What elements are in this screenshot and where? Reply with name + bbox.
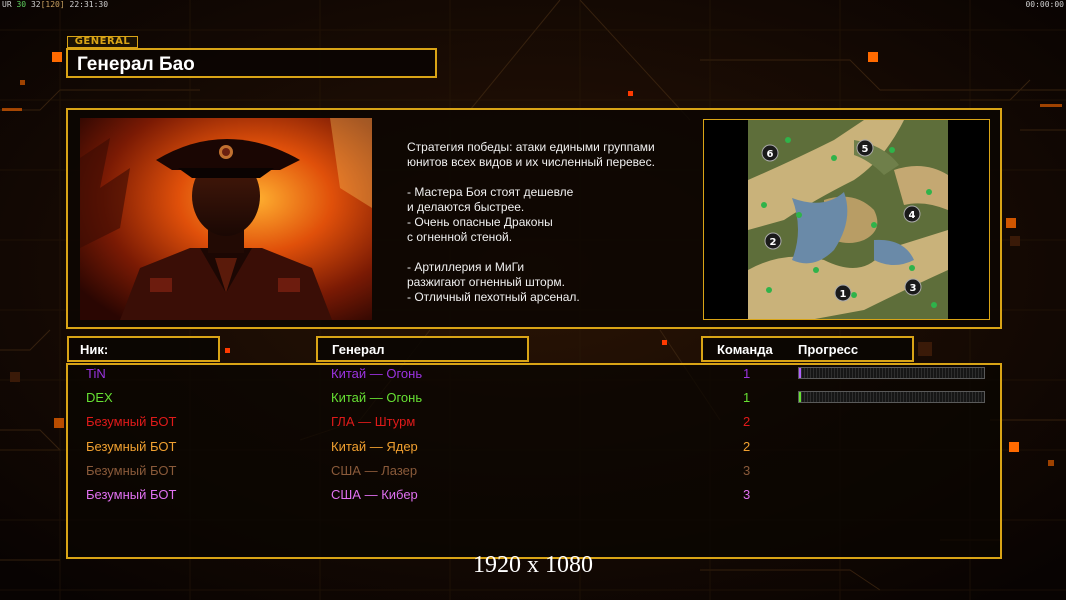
strategy-line: - Очень опасные Драконы <box>407 215 553 229</box>
strategy-line: с огненной стеной. <box>407 230 513 244</box>
player-nick: Безумный БОТ <box>86 487 177 502</box>
player-general: США — Лазер <box>331 462 418 478</box>
player-team: 2 <box>743 438 751 454</box>
player-row: TiN Китай — Огонь 1 <box>0 364 1066 386</box>
hud-values: 32 <box>30 0 41 9</box>
hud-frame: [120] <box>40 0 65 9</box>
start-position-4-marker: 4 <box>903 205 921 223</box>
player-team: 3 <box>743 487 751 502</box>
hud-time: 22:31:30 <box>69 0 109 9</box>
player-row: Безумный БОТ США — Кибер 3 <box>0 485 1066 507</box>
column-header-team-label: Команда <box>717 342 773 357</box>
strategy-description: Стратегия победы: атаки едиными группами… <box>407 140 697 305</box>
start-position-4-label: 4 <box>909 210 916 221</box>
player-team: 3 <box>743 462 751 478</box>
player-general: Китай — Огонь <box>331 366 423 381</box>
player-row: Безумный БОТ Китай — Ядер 2 <box>0 437 1066 459</box>
player-nick: Безумный БОТ <box>86 438 177 454</box>
player-progress-bar <box>798 391 985 404</box>
debug-hud: UR 30 32[120] 22:31:30 <box>2 0 108 10</box>
player-general: ГЛА — Штурм <box>331 414 416 430</box>
player-nick: Безумный БОТ <box>86 462 177 478</box>
player-nick: Безумный БОТ <box>86 414 177 430</box>
column-header-nick: Ник: <box>67 336 220 362</box>
general-title-box: Генерал Бао <box>66 48 437 78</box>
player-team: 2 <box>743 414 751 430</box>
map-preview: 1 2 3 4 5 6 <box>703 119 990 320</box>
strategy-line: Стратегия победы: атаки едиными группами <box>407 140 655 154</box>
player-progress-bar <box>798 367 985 379</box>
column-header-general: Генерал <box>316 336 529 362</box>
strategy-line: юнитов всех видов и их численный перевес… <box>407 155 655 169</box>
start-position-6-label: 6 <box>767 149 774 160</box>
general-portrait-image <box>80 118 372 320</box>
hud-prefix: UR <box>2 0 12 9</box>
general-name: Генерал Бао <box>77 54 195 75</box>
player-team: 1 <box>743 390 751 406</box>
player-progress-fill <box>799 368 802 378</box>
start-position-2-label: 2 <box>770 237 777 248</box>
strategy-line: - Отличный пехотный арсенал. <box>407 290 580 304</box>
player-team: 1 <box>743 366 751 381</box>
column-header-team-progress: Команда Прогресс <box>701 336 914 362</box>
map-preview-image: 1 2 3 4 5 6 <box>704 120 989 319</box>
general-tag: GENERAL <box>67 36 138 48</box>
resolution-label: 1920 x 1080 <box>473 552 593 578</box>
hud-fps: 30 <box>16 0 27 9</box>
strategy-line <box>407 245 697 260</box>
hud-clock: 00:00:00 <box>1025 0 1064 9</box>
start-position-5-marker: 5 <box>856 139 874 157</box>
player-row: Безумный БОТ ГЛА — Штурм 2 <box>0 412 1066 434</box>
player-general: Китай — Огонь <box>331 390 423 406</box>
start-position-3-label: 3 <box>910 283 917 294</box>
strategy-line: - Артиллерия и МиГи <box>407 260 525 274</box>
player-progress-fill <box>799 392 802 403</box>
general-portrait <box>80 118 372 320</box>
start-position-5-label: 5 <box>862 144 869 155</box>
strategy-line: - Мастера Боя стоят дешевле <box>407 185 574 199</box>
player-nick: TiN <box>86 366 106 381</box>
strategy-line: разжигают огненный шторм. <box>407 275 565 289</box>
strategy-line: и делаются быстрее. <box>407 200 525 214</box>
start-position-3-marker: 3 <box>904 278 922 296</box>
player-row: Безумный БОТ США — Лазер 3 <box>0 461 1066 483</box>
start-position-6-marker: 6 <box>761 144 779 162</box>
player-row: DEX Китай — Огонь 1 <box>0 388 1066 410</box>
column-header-progress-label: Прогресс <box>798 342 859 357</box>
start-position-2-marker: 2 <box>764 232 782 250</box>
strategy-line <box>407 170 697 185</box>
player-general: Китай — Ядер <box>331 438 418 454</box>
column-header-nick-label: Ник: <box>80 342 109 357</box>
player-general: США — Кибер <box>331 487 418 502</box>
start-position-1-marker: 1 <box>834 284 852 302</box>
column-header-general-label: Генерал <box>332 342 385 357</box>
start-position-1-label: 1 <box>840 289 847 300</box>
player-nick: DEX <box>86 390 113 406</box>
